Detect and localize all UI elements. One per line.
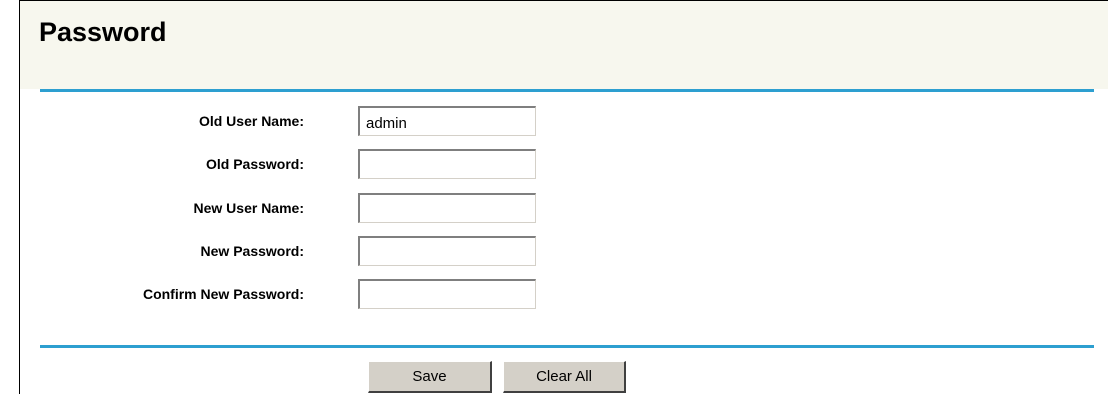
save-button[interactable]: Save [368,361,492,393]
new-user-name-label: New User Name: [193,200,305,216]
title-bar: Password [20,1,1108,89]
new-password-row: New Password: [20,236,1108,266]
page-title: Password [39,17,167,47]
old-user-name-row: Old User Name: [20,106,1108,136]
old-password-row: Old Password: [20,149,1108,179]
confirm-new-password-label: Confirm New Password: [142,286,304,302]
new-password-label: New Password: [200,243,304,259]
confirm-new-password-input[interactable] [358,279,536,309]
new-password-input[interactable] [358,236,536,266]
bottom-divider [40,345,1094,348]
new-user-name-row: New User Name: [20,193,1108,223]
password-panel: Password Old User Name: Old Password: Ne… [19,0,1108,394]
clear-all-button[interactable]: Clear All [503,361,626,393]
old-password-label: Old Password: [205,156,304,172]
confirm-new-password-row: Confirm New Password: [20,279,1108,309]
new-user-name-input[interactable] [358,193,536,223]
top-divider [40,89,1094,92]
old-password-input[interactable] [358,149,536,179]
old-user-name-input[interactable] [358,106,536,136]
old-user-name-label: Old User Name: [198,113,304,129]
